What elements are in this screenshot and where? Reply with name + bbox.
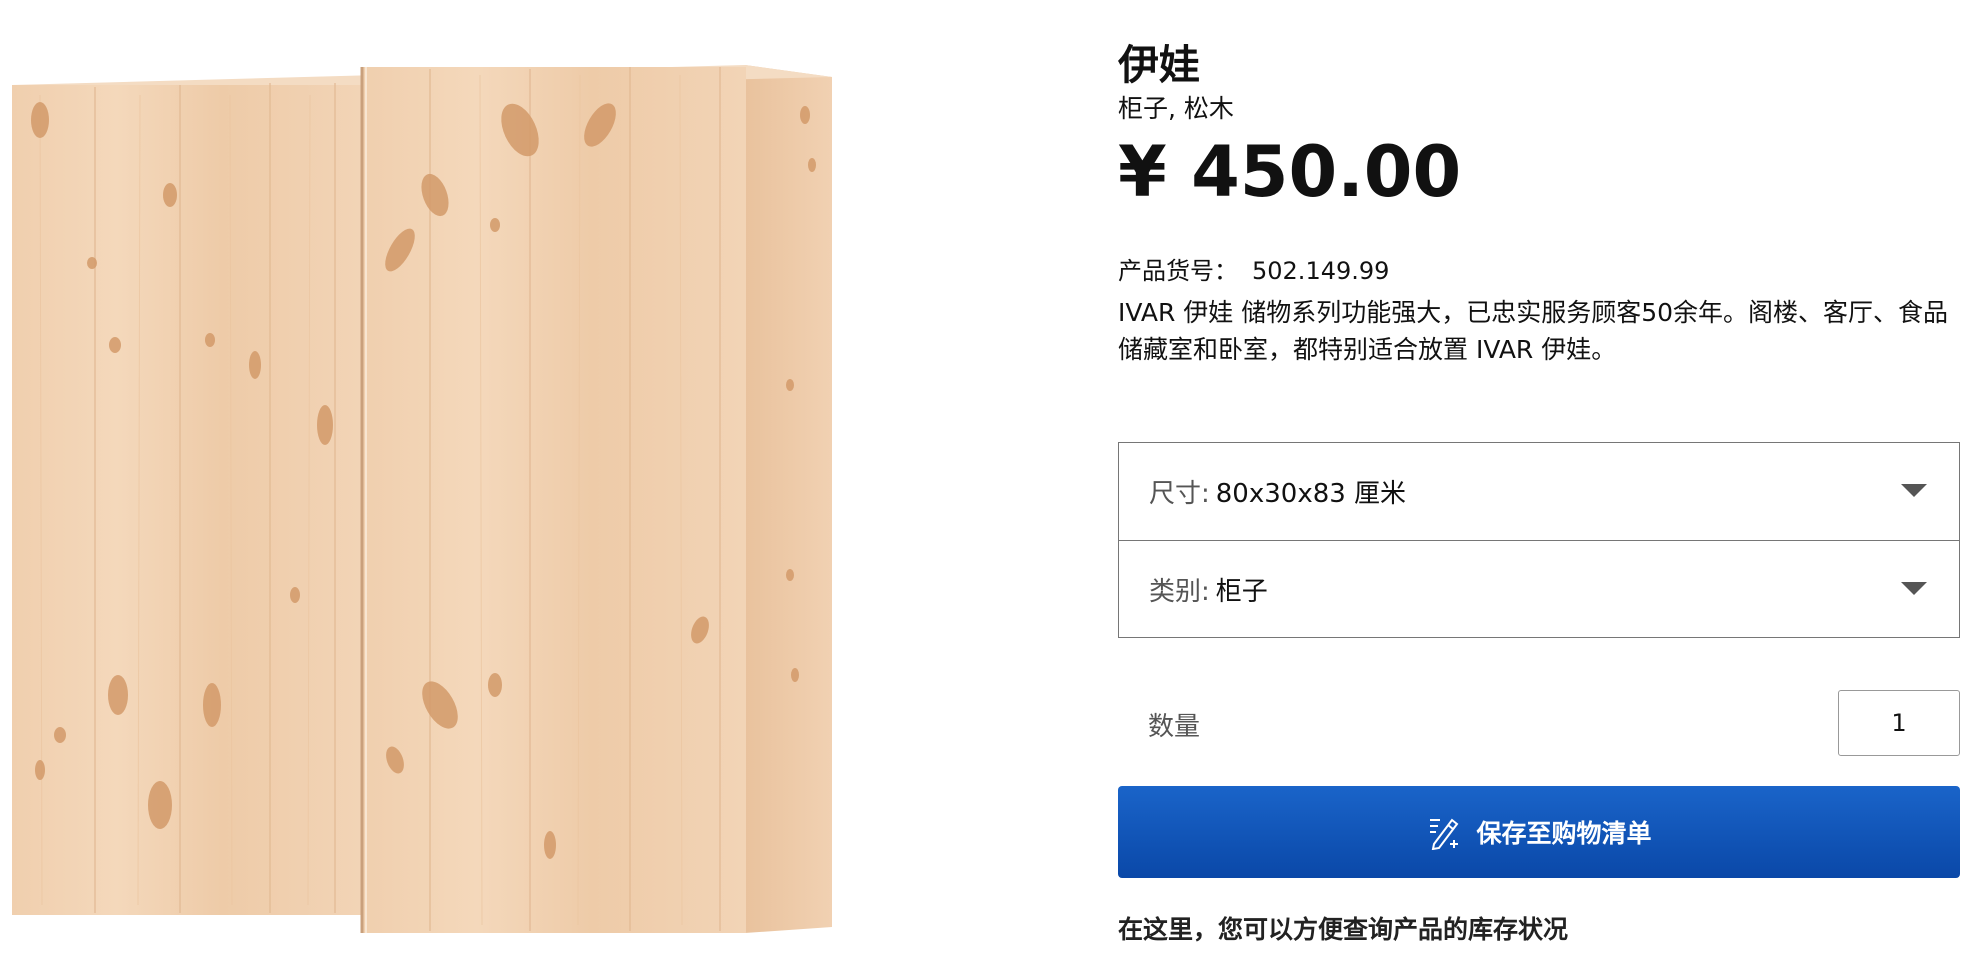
size-select[interactable]: 尺寸: 80x30x83 厘米 <box>1119 443 1959 540</box>
size-select-label: 尺寸: <box>1149 479 1210 509</box>
product-page: 伊娃 柜子, 松木 ¥ 450.00 产品货号： 502.149.99 IVAR … <box>0 0 1988 954</box>
chevron-down-icon[interactable] <box>1901 582 1927 595</box>
product-description: IVAR 伊娃 储物系列功能强大，已忠实服务顾客50余年。阁楼、客厅、食品储藏室… <box>1118 298 1949 364</box>
pine-cabinet-image <box>12 65 832 933</box>
product-subtitle: 柜子, 松木 <box>1118 94 1234 123</box>
type-select[interactable]: 类别: 柜子 <box>1119 540 1959 637</box>
size-select-value: 80x30x83 厘米 <box>1215 479 1407 509</box>
product-info: 伊娃 柜子, 松木 ¥ 450.00 产品货号： 502.149.99 IVAR … <box>1118 40 1960 368</box>
type-select-label: 类别: <box>1149 576 1210 607</box>
article-row: 产品货号： 502.149.99 <box>1118 254 1960 288</box>
save-to-shopping-list-button[interactable]: 保存至购物清单 <box>1118 786 1960 878</box>
product-image <box>0 55 840 935</box>
stock-availability-note[interactable]: 在这里，您可以方便查询产品的库存状况 <box>1118 910 1568 946</box>
quantity-input[interactable] <box>1838 690 1960 756</box>
quantity-label: 数量 <box>1148 712 1201 742</box>
pencil-list-add-icon <box>1426 814 1462 851</box>
article-label: 产品货号： <box>1118 257 1238 285</box>
product-options: 尺寸: 80x30x83 厘米 类别: 柜子 <box>1118 442 1960 638</box>
chevron-down-icon[interactable] <box>1901 484 1927 497</box>
save-button-label: 保存至购物清单 <box>1476 820 1652 848</box>
product-name: 伊娃 <box>1118 41 1200 89</box>
type-select-value: 柜子 <box>1215 576 1268 607</box>
article-number: 502.149.99 <box>1252 257 1390 285</box>
product-price: ¥ 450.00 <box>1118 131 1462 213</box>
